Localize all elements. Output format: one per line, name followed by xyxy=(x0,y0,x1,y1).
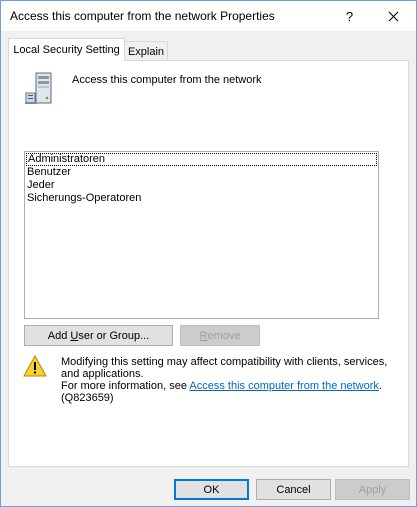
button-label-part: ser or Group... xyxy=(78,329,150,342)
kb-reference: (Q823659) xyxy=(61,392,114,404)
button-mnemonic: U xyxy=(70,329,79,342)
ok-button[interactable]: OK xyxy=(174,479,249,500)
warning-line: Modifying this setting may affect compat… xyxy=(61,356,388,380)
tab-panel: Access this computer from the network Ad… xyxy=(8,60,409,467)
list-item[interactable]: Jeder xyxy=(25,179,378,192)
list-item[interactable]: Administratoren xyxy=(26,153,377,166)
title-bar[interactable]: Access this computer from the network Pr… xyxy=(1,1,416,31)
list-item[interactable]: Sicherungs-Operatoren xyxy=(25,192,378,205)
more-info-suffix: . xyxy=(378,380,382,392)
remove-button[interactable]: Remove xyxy=(180,325,260,346)
button-label-part: emove xyxy=(207,329,241,342)
server-icon xyxy=(25,72,52,104)
button-label-part: Add xyxy=(47,329,71,342)
help-button[interactable]: ? xyxy=(327,1,372,31)
button-mnemonic: R xyxy=(199,329,208,342)
cancel-button[interactable]: Cancel xyxy=(256,479,331,500)
tab-explain[interactable]: Explain xyxy=(124,41,168,61)
add-user-or-group-button[interactable]: Add User or Group... xyxy=(24,325,173,346)
more-info-prefix: For more information, see xyxy=(61,380,190,392)
warning-icon xyxy=(23,355,47,377)
help-icon: ? xyxy=(345,8,354,24)
tab-label: Local Security Setting xyxy=(13,44,120,56)
properties-dialog: Access this computer from the network Pr… xyxy=(0,0,417,507)
tab-local-security-setting[interactable]: Local Security Setting xyxy=(8,38,125,61)
warning-message: Modifying this setting may affect compat… xyxy=(61,356,391,404)
accounts-listbox[interactable]: Administratoren Benutzer Jeder Sicherung… xyxy=(24,151,379,319)
window-title: Access this computer from the network Pr… xyxy=(10,9,275,23)
close-icon xyxy=(388,11,399,22)
more-info-line: For more information, see Access this co… xyxy=(61,380,391,392)
close-button[interactable] xyxy=(371,1,416,31)
apply-button[interactable]: Apply xyxy=(335,479,410,500)
policy-title: Access this computer from the network xyxy=(72,74,262,86)
tab-label: Explain xyxy=(127,45,165,58)
policy-help-link[interactable]: Access this computer from the network xyxy=(189,380,379,392)
list-item[interactable]: Benutzer xyxy=(25,166,378,179)
